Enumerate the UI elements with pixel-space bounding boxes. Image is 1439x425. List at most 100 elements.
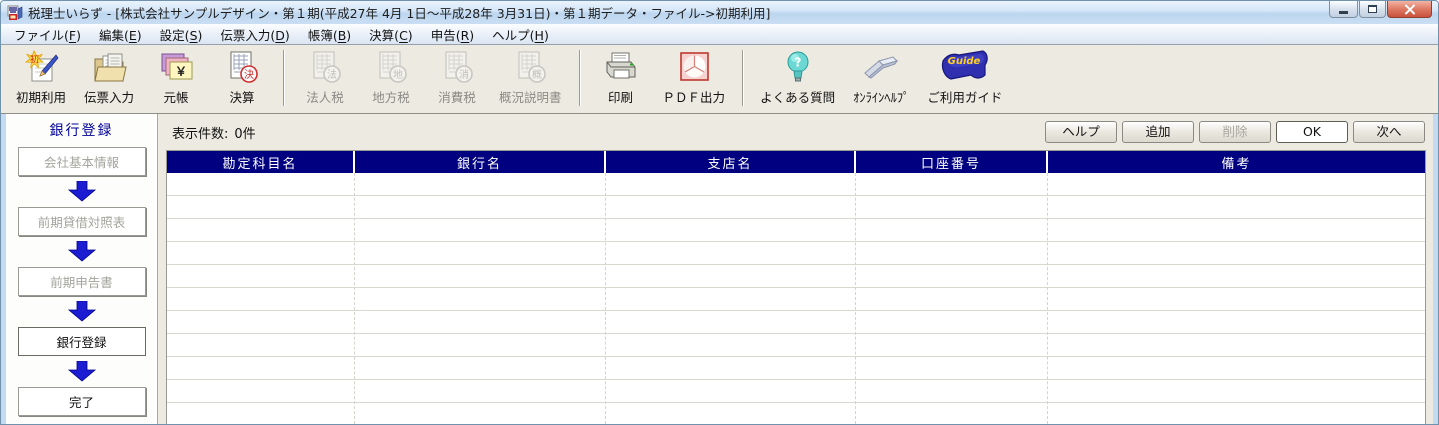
svg-text:Guide: Guide [947, 56, 980, 67]
display-count: 表示件数: 0件 [172, 123, 256, 142]
settlement-icon: 決 [230, 51, 258, 83]
toolbar-pdf-output[interactable]: ＰＤＦ出力 [654, 48, 735, 108]
toolbar-local-tax: 地 地方税 [358, 48, 424, 108]
toolbar-label: 地方税 [372, 90, 410, 105]
menu-bar: ファイル(F) 編集(E) 設定(S) 伝票入力(D) 帳簿(B) 決算(C) … [1, 24, 1438, 45]
consumption-tax-icon: 消 [445, 51, 473, 83]
usage-guide-banner-icon: Guide [941, 50, 988, 80]
toolbar-separator [283, 50, 285, 106]
local-tax-icon: 地 [379, 51, 407, 83]
initial-use-icon: 初 [24, 50, 59, 82]
toolbar-label: ＰＤＦ出力 [662, 90, 726, 105]
toolbar-voucher-input[interactable]: 伝票入力 [75, 48, 143, 108]
voucher-input-icon [94, 53, 127, 82]
display-count-label: 表示件数: [172, 126, 229, 142]
close-icon [1404, 4, 1415, 15]
title-bar: 税理士いらず - [株式会社サンプルデザイン・第１期(平成27年 4月 1日～平… [1, 1, 1438, 24]
column-header-notes: 備考 [1048, 151, 1425, 173]
bank-table: 勘定科目名 銀行名 支店名 口座番号 備考 [166, 150, 1426, 424]
workflow-sidebar: 銀行登録 会社基本情報 前期貸借対照表 前期申告書 銀行登録 完了 [6, 114, 158, 424]
sidebar-step-bank-registration[interactable]: 銀行登録 [17, 327, 146, 356]
menu-settings[interactable]: 設定(S) [151, 23, 212, 46]
table-column-area [606, 173, 856, 424]
add-button[interactable]: 追加 [1122, 121, 1194, 143]
menu-help[interactable]: ヘルプ(H) [483, 23, 558, 46]
toolbar-label: 法人税 [306, 90, 344, 105]
table-header-row: 勘定科目名 銀行名 支店名 口座番号 備考 [167, 151, 1425, 173]
svg-text:消: 消 [459, 68, 469, 81]
table-column-area [856, 173, 1048, 424]
svg-text:法: 法 [327, 68, 337, 81]
svg-text:概: 概 [532, 68, 542, 81]
minimize-button[interactable] [1329, 1, 1358, 18]
table-column-area [355, 173, 606, 424]
faq-lightbulb-icon: ? [787, 51, 809, 82]
toolbar-label: 消費税 [438, 90, 476, 105]
online-help-book-icon [864, 56, 899, 79]
delete-button: 削除 [1199, 121, 1271, 143]
restore-button[interactable] [1359, 1, 1386, 18]
column-header-branch-name: 支店名 [606, 151, 856, 173]
menu-voucher-input[interactable]: 伝票入力(D) [211, 23, 298, 46]
toolbar-label: 元帳 [163, 90, 189, 105]
toolbar-faq[interactable]: ? よくある質問 [751, 48, 844, 108]
ok-button[interactable]: OK [1276, 121, 1348, 143]
ledger-icon: ￥ [161, 53, 193, 80]
window-frame: 銀行登録 会社基本情報 前期貸借対照表 前期申告書 銀行登録 完了 表示件数: … [1, 114, 1438, 424]
toolbar-online-help[interactable]: ｵﾝﾗｲﾝﾍﾙﾌﾟ [844, 48, 918, 108]
main-top-bar: 表示件数: 0件 ヘルプ 追加 削除 OK 次へ [158, 114, 1433, 150]
toolbar: 初 初期利用 伝票入力 ￥ 元帳 決 決算 法 法人税 地 地方税 消 消費税 … [1, 45, 1438, 114]
pdf-output-icon [679, 52, 709, 81]
toolbar-label: 印刷 [608, 90, 634, 105]
step-arrow-down-icon [64, 181, 100, 202]
toolbar-label: 伝票入力 [84, 90, 135, 105]
toolbar-settlement[interactable]: 決 決算 [209, 48, 275, 108]
table-body-empty [167, 173, 1425, 424]
toolbar-label: よくある質問 [760, 90, 836, 105]
print-icon [606, 52, 636, 79]
toolbar-ledger[interactable]: ￥ 元帳 [143, 48, 209, 108]
toolbar-label: ご利用ガイド [927, 90, 1003, 105]
svg-text:地: 地 [393, 68, 403, 81]
toolbar-label: ｵﾝﾗｲﾝﾍﾙﾌﾟ [853, 90, 910, 105]
toolbar-initial-use[interactable]: 初 初期利用 [7, 48, 75, 108]
action-buttons: ヘルプ 追加 削除 OK 次へ [1045, 121, 1425, 143]
menu-books[interactable]: 帳簿(B) [299, 23, 360, 46]
sidebar-step-prior-tax-return: 前期申告書 [17, 267, 146, 296]
svg-text:￥: ￥ [175, 65, 187, 79]
toolbar-usage-guide[interactable]: Guide ご利用ガイド [918, 48, 1011, 108]
toolbar-consumption-tax: 消 消費税 [424, 48, 490, 108]
toolbar-print[interactable]: 印刷 [588, 48, 654, 108]
column-header-bank-name: 銀行名 [355, 151, 606, 173]
toolbar-separator [742, 50, 744, 106]
display-count-value: 0件 [234, 126, 256, 142]
toolbar-label: 決算 [229, 90, 255, 105]
step-arrow-down-icon [64, 241, 100, 262]
menu-tax-return[interactable]: 申告(R) [422, 23, 483, 46]
window-title: 税理士いらず - [株式会社サンプルデザイン・第１期(平成27年 4月 1日～平… [28, 6, 771, 21]
close-button[interactable] [1387, 1, 1432, 18]
table-column-area [1048, 173, 1425, 424]
toolbar-corporate-tax: 法 法人税 [292, 48, 358, 108]
toolbar-label: 初期利用 [16, 90, 67, 105]
sidebar-step-complete[interactable]: 完了 [17, 387, 146, 416]
column-header-account-number: 口座番号 [856, 151, 1048, 173]
svg-text:初: 初 [30, 54, 39, 66]
svg-text:決: 決 [244, 69, 254, 81]
menu-edit[interactable]: 編集(E) [90, 23, 151, 46]
main-panel: 表示件数: 0件 ヘルプ 追加 削除 OK 次へ 勘定科目名 銀行名 支店名 口… [158, 114, 1433, 424]
column-header-account-name: 勘定科目名 [167, 151, 355, 173]
toolbar-overview-statement: 概 概況説明書 [490, 48, 571, 108]
menu-settlement[interactable]: 決算(C) [360, 23, 422, 46]
app-window: 税理士いらず - [株式会社サンプルデザイン・第１期(平成27年 4月 1日～平… [0, 0, 1439, 425]
help-button[interactable]: ヘルプ [1045, 121, 1117, 143]
next-button[interactable]: 次へ [1353, 121, 1425, 143]
menu-file[interactable]: ファイル(F) [5, 23, 90, 46]
sidebar-step-company-info: 会社基本情報 [17, 147, 146, 176]
step-arrow-down-icon [64, 301, 100, 322]
table-column-area [167, 173, 355, 424]
restore-icon [1368, 5, 1377, 13]
sidebar-title: 銀行登録 [49, 123, 114, 139]
toolbar-label: 概況説明書 [499, 90, 562, 105]
sidebar-step-prior-balance-sheet: 前期貸借対照表 [17, 207, 146, 236]
